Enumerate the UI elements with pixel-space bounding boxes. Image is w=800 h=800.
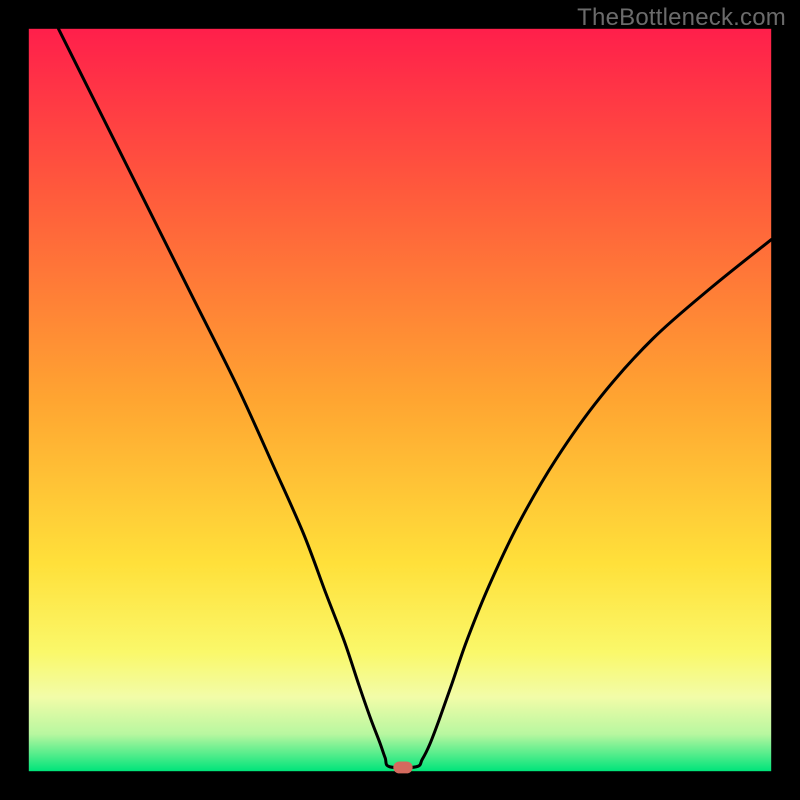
bottleneck-chart <box>0 0 800 800</box>
chart-frame: TheBottleneck.com <box>0 0 800 800</box>
plot-background <box>29 29 771 771</box>
watermark-text: TheBottleneck.com <box>577 4 786 32</box>
bottleneck-marker <box>393 762 412 774</box>
